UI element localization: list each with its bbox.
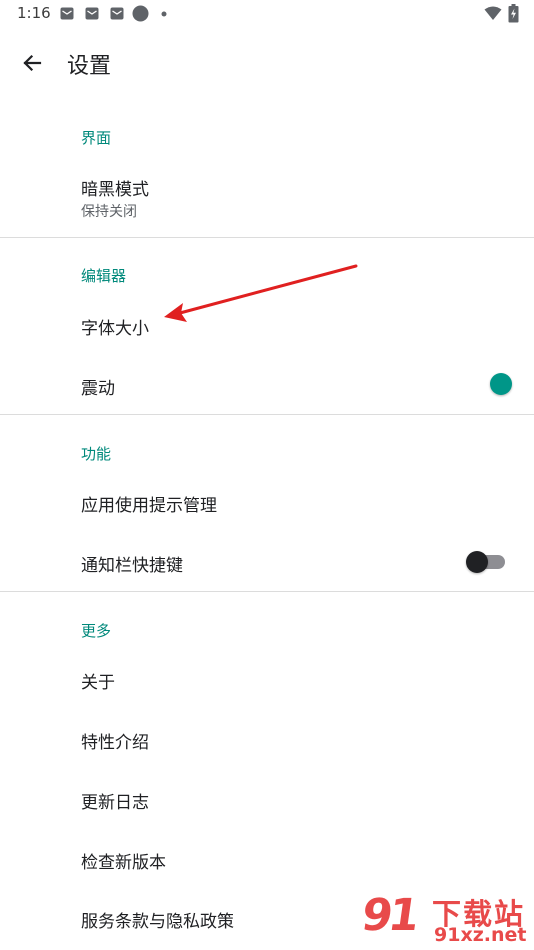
section-header-editor: 编辑器 (81, 267, 127, 285)
watermark-domain: 91xz.net (434, 924, 527, 946)
mail-icon (85, 7, 99, 20)
pref-font-size-title: 字体大小 (81, 319, 149, 339)
pref-about-title: 关于 (81, 673, 115, 693)
dot-icon (161, 11, 167, 17)
mail-icon (110, 7, 124, 20)
divider (0, 414, 534, 415)
pref-usage-tips-title: 应用使用提示管理 (81, 496, 217, 516)
pref-vibration-title: 震动 (81, 379, 115, 399)
back-button[interactable] (15, 46, 49, 80)
pref-dark-mode-summary: 保持关闭 (81, 204, 137, 220)
section-header-interface: 界面 (81, 129, 112, 147)
pref-dark-mode-title: 暗黑模式 (81, 180, 149, 200)
pref-check-update-title: 检查新版本 (81, 853, 166, 873)
divider (0, 591, 534, 592)
pref-notification-shortcut-title: 通知栏快捷键 (81, 556, 183, 576)
switch-thumb (466, 551, 488, 573)
pref-terms-privacy-title: 服务条款与隐私政策 (81, 912, 234, 932)
circle-icon (132, 5, 149, 22)
pref-features-intro-title: 特性介绍 (81, 733, 149, 753)
toolbar: 设置 (0, 28, 534, 98)
watermark-mark: 91 (358, 890, 419, 941)
arrow-left-icon (23, 54, 42, 72)
section-header-more: 更多 (81, 622, 112, 640)
wifi-icon (484, 6, 502, 20)
status-bar: 1:16 (0, 0, 534, 28)
status-time: 1:16 (17, 4, 51, 22)
page-title: 设置 (67, 54, 112, 79)
pref-changelog-title: 更新日志 (81, 793, 149, 813)
battery-charging-icon (508, 4, 519, 23)
mail-icon (60, 7, 74, 20)
divider (0, 237, 534, 238)
section-header-features: 功能 (81, 445, 112, 463)
vibration-switch[interactable] (490, 373, 512, 395)
watermark-logo: 91 下载站 91xz.net (358, 890, 532, 948)
